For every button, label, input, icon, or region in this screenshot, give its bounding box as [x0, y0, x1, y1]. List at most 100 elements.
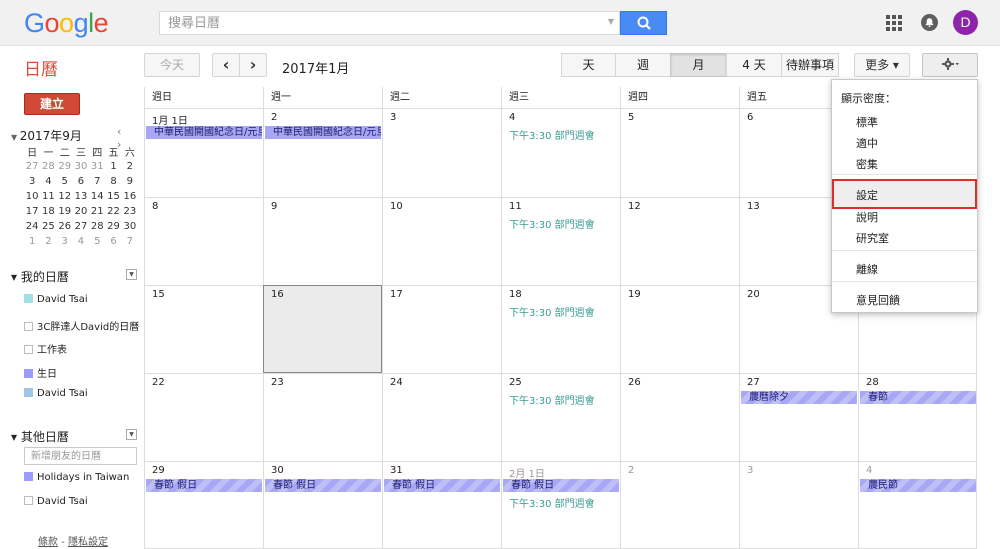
mini-calendar-day[interactable]: 6: [73, 174, 89, 189]
day-cell[interactable]: 15: [144, 285, 263, 373]
my-calendars-menu-button[interactable]: ▼: [126, 269, 137, 280]
mini-calendar-day[interactable]: 1: [24, 234, 40, 249]
day-cell[interactable]: 2月 1日 春節 假日 下午3:30 部門週會: [501, 461, 620, 549]
day-number[interactable]: 6: [747, 112, 753, 123]
mini-calendar-day[interactable]: 3: [24, 174, 40, 189]
day-cell[interactable]: 9: [263, 197, 382, 285]
other-calendars-heading[interactable]: ▾ 其他日曆: [11, 428, 69, 445]
day-number[interactable]: 8: [152, 201, 158, 212]
holiday-event[interactable]: 農民節: [860, 479, 976, 492]
mini-calendar-day[interactable]: 21: [89, 204, 105, 219]
day-cell[interactable]: 19: [620, 285, 739, 373]
day-number[interactable]: 17: [390, 289, 403, 300]
mini-calendar-day[interactable]: 27: [24, 159, 40, 174]
search-input[interactable]: [160, 12, 600, 34]
terms-link[interactable]: 條款: [38, 537, 58, 548]
mini-calendar-day[interactable]: 5: [57, 174, 73, 189]
mini-calendar-day[interactable]: 6: [105, 234, 121, 249]
day-number[interactable]: 4: [509, 112, 515, 123]
mini-calendar-day[interactable]: 19: [57, 204, 73, 219]
holiday-event[interactable]: 春節 假日: [384, 479, 500, 492]
timed-event[interactable]: 下午3:30 部門週會: [509, 127, 595, 142]
calendar-list-item[interactable]: 工作表: [24, 341, 67, 356]
day-cell[interactable]: 1月 1日 中華民國開國紀念日/元旦: [144, 108, 263, 197]
mini-calendar-day[interactable]: 7: [89, 174, 105, 189]
holiday-event[interactable]: 春節 假日: [265, 479, 381, 492]
day-cell[interactable]: 28 春節: [858, 373, 977, 461]
mini-calendar-day[interactable]: 14: [89, 189, 105, 204]
day-cell[interactable]: 12: [620, 197, 739, 285]
mini-calendar-day[interactable]: 15: [105, 189, 121, 204]
mini-calendar-day[interactable]: 4: [40, 174, 56, 189]
mini-calendar-day[interactable]: 1: [105, 159, 121, 174]
mini-calendar-day[interactable]: 25: [40, 219, 56, 234]
timed-event[interactable]: 下午3:30 部門週會: [509, 495, 595, 510]
mini-calendar-day[interactable]: 29: [57, 159, 73, 174]
search-options-dropdown-icon[interactable]: ▼: [608, 17, 614, 26]
calendar-list-item[interactable]: Holidays in Taiwan: [24, 472, 129, 483]
day-number[interactable]: 11: [509, 201, 522, 212]
mini-calendar-day[interactable]: 5: [89, 234, 105, 249]
timed-event[interactable]: 下午3:30 部門週會: [509, 392, 595, 407]
account-avatar[interactable]: D: [953, 10, 978, 35]
mini-calendar-day[interactable]: 11: [40, 189, 56, 204]
view-button[interactable]: 4 天: [726, 53, 782, 77]
view-button[interactable]: 月: [670, 53, 727, 77]
day-number[interactable]: 15: [152, 289, 165, 300]
mini-calendar-day[interactable]: 3: [57, 234, 73, 249]
mini-calendar-day[interactable]: 16: [122, 189, 138, 204]
day-number[interactable]: 22: [152, 377, 165, 388]
holiday-event[interactable]: 農曆除夕: [741, 391, 857, 404]
mini-calendar-day[interactable]: 10: [24, 189, 40, 204]
other-calendars-menu-button[interactable]: ▼: [126, 429, 137, 440]
mini-calendar-day[interactable]: 24: [24, 219, 40, 234]
day-cell-today[interactable]: 16: [263, 285, 382, 373]
mini-calendar-day[interactable]: 2: [40, 234, 56, 249]
timed-event[interactable]: 下午3:30 部門週會: [509, 304, 595, 319]
day-cell[interactable]: 18 下午3:30 部門週會: [501, 285, 620, 373]
settings-gear-button[interactable]: [922, 53, 978, 77]
next-period-button[interactable]: ›: [239, 53, 267, 77]
mini-calendar-day[interactable]: 26: [57, 219, 73, 234]
day-number[interactable]: 3: [390, 112, 396, 123]
day-number[interactable]: 30: [271, 465, 284, 476]
mini-calendar-day[interactable]: 31: [89, 159, 105, 174]
help-menu-item[interactable]: 說明: [856, 209, 878, 225]
day-number[interactable]: 28: [866, 377, 879, 388]
all-day-event[interactable]: 中華民國開國紀念日/元旦: [146, 126, 262, 139]
day-cell[interactable]: 10: [382, 197, 501, 285]
google-logo[interactable]: Google: [24, 8, 109, 38]
day-cell[interactable]: 17: [382, 285, 501, 373]
day-number[interactable]: 27: [747, 377, 760, 388]
calendar-list-item[interactable]: David Tsai: [24, 388, 88, 399]
mini-calendar-day[interactable]: 20: [73, 204, 89, 219]
day-cell[interactable]: 2 中華民國開國紀念日/元旦: [263, 108, 382, 197]
day-cell[interactable]: 26: [620, 373, 739, 461]
privacy-link[interactable]: 隱私設定: [68, 537, 108, 548]
add-friend-calendar-input[interactable]: [24, 447, 137, 465]
day-cell[interactable]: 2: [620, 461, 739, 549]
day-number[interactable]: 5: [628, 112, 634, 123]
mini-calendar-day[interactable]: 30: [122, 219, 138, 234]
day-cell[interactable]: 3: [382, 108, 501, 197]
day-number[interactable]: 2: [628, 465, 634, 476]
day-number[interactable]: 31: [390, 465, 403, 476]
holiday-event[interactable]: 春節 假日: [503, 479, 619, 492]
day-number[interactable]: 9: [271, 201, 277, 212]
calendar-list-item[interactable]: 生日: [24, 365, 57, 380]
day-number[interactable]: 10: [390, 201, 403, 212]
mini-calendar-day[interactable]: 18: [40, 204, 56, 219]
mini-calendar-day[interactable]: 12: [57, 189, 73, 204]
day-number[interactable]: 25: [509, 377, 522, 388]
settings-menu-item-highlight[interactable]: [832, 179, 977, 209]
all-day-event[interactable]: 中華民國開國紀念日/元旦: [265, 126, 381, 139]
day-number[interactable]: 3: [747, 465, 753, 476]
day-number[interactable]: 1月 1日: [152, 112, 188, 127]
mini-calendar-day[interactable]: 28: [89, 219, 105, 234]
day-number[interactable]: 16: [271, 289, 284, 300]
mini-calendar-day[interactable]: 27: [73, 219, 89, 234]
day-cell[interactable]: 4 農民節: [858, 461, 977, 549]
my-calendars-heading[interactable]: ▾ 我的日曆: [11, 268, 69, 285]
mini-calendar-day[interactable]: 23: [122, 204, 138, 219]
mini-calendar-day[interactable]: 13: [73, 189, 89, 204]
